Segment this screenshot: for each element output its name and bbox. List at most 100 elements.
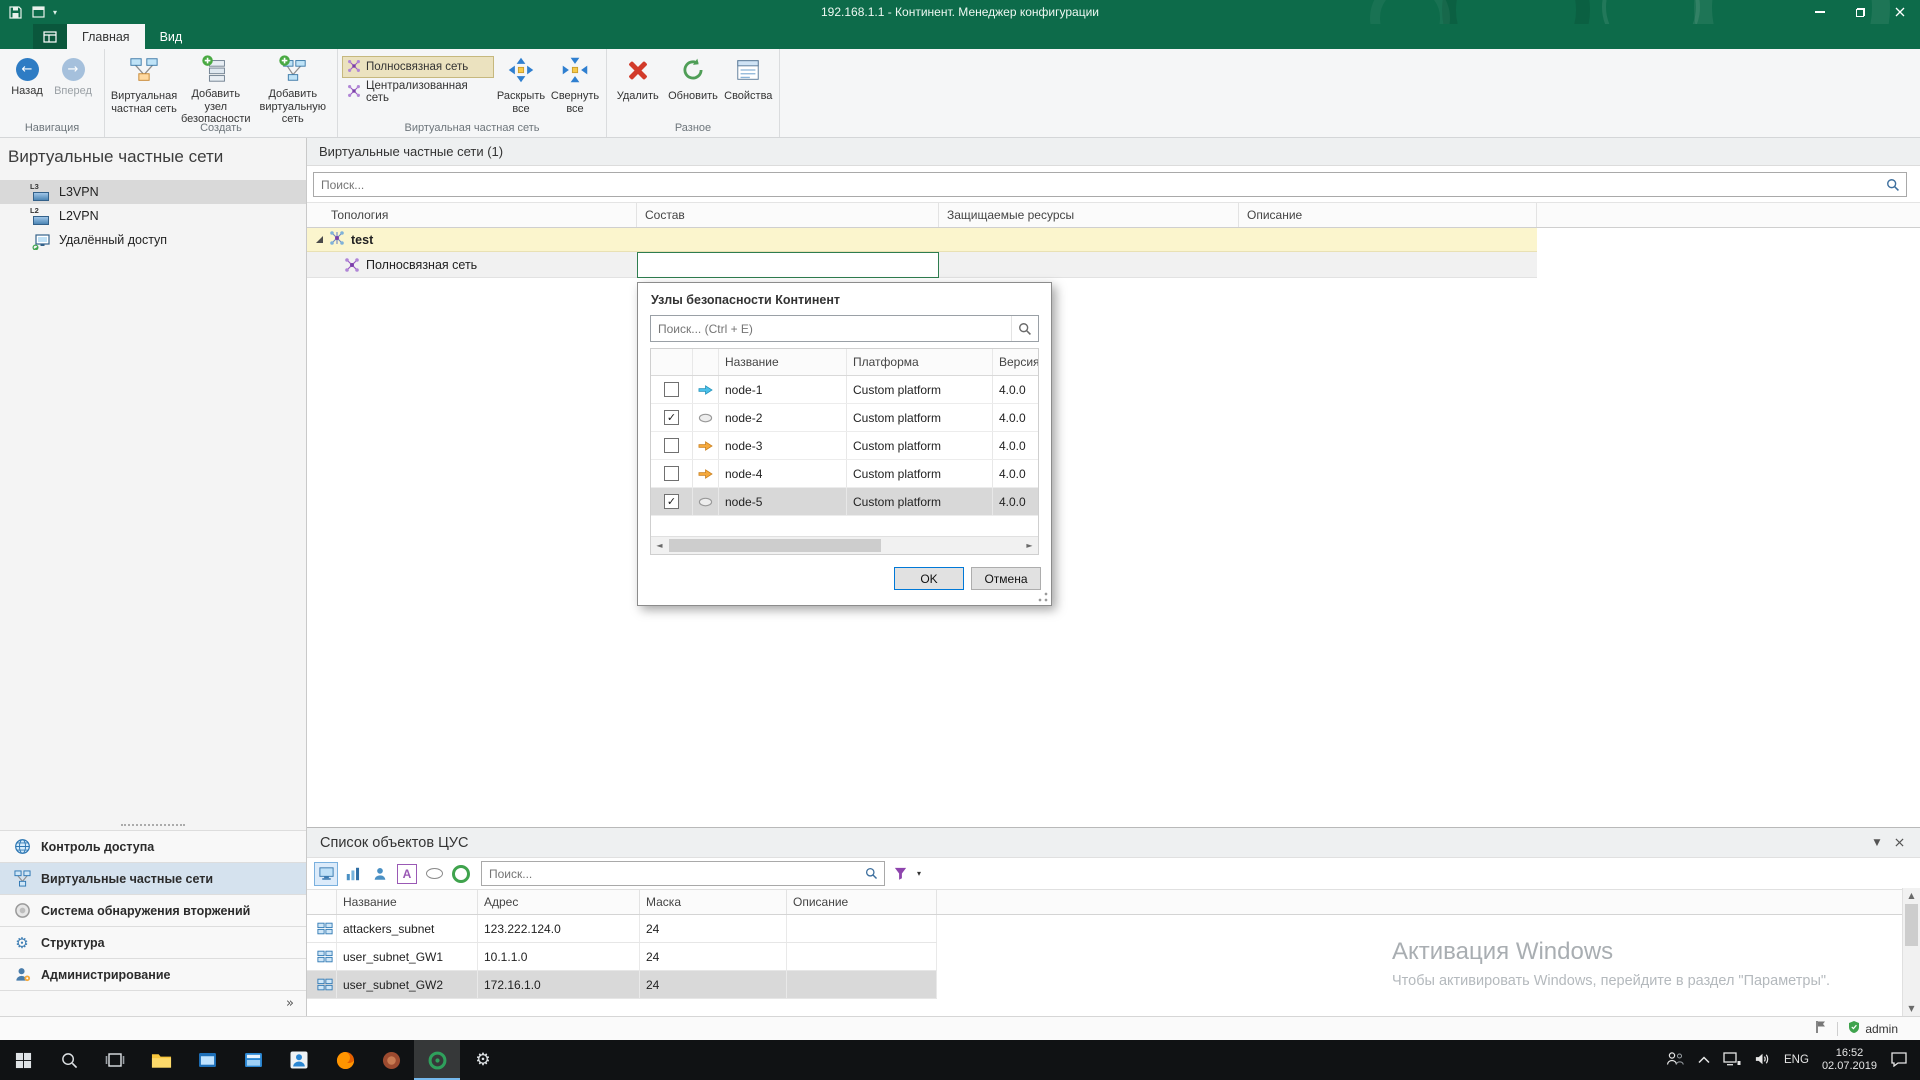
back-button[interactable]: ← Назад [4, 52, 50, 98]
vpn-search-input[interactable] [314, 178, 1880, 192]
vpn-topology-row[interactable]: Полносвязная сеть [307, 252, 1537, 278]
vpn-group-row[interactable]: test [307, 228, 1537, 252]
settings-gear-icon[interactable]: ⚙ [460, 1040, 506, 1080]
scrollbar-thumb[interactable] [1905, 904, 1918, 946]
column-header-name[interactable]: Название [719, 349, 847, 375]
node-row[interactable]: node-3 Custom platform 4.0.0 [651, 432, 1038, 460]
window-icon[interactable] [30, 4, 46, 20]
tree-item-remote-access[interactable]: Удалённый доступ [0, 228, 306, 252]
tab-vid[interactable]: Вид [145, 24, 198, 49]
delete-button[interactable]: Удалить [611, 52, 664, 120]
nav-item-administration[interactable]: Администрирование [0, 958, 306, 990]
file-explorer-icon[interactable] [138, 1040, 184, 1080]
filter-dropdown-icon[interactable]: ▾ [917, 869, 921, 878]
search-icon[interactable] [1880, 178, 1906, 192]
resize-grip[interactable] [1038, 592, 1048, 602]
centralized-toggle[interactable]: Централизованная сеть [342, 81, 494, 103]
show-hidden-icons-chevron[interactable] [1698, 1053, 1710, 1067]
people-tray-icon[interactable] [1666, 1051, 1685, 1069]
scrollbar-thumb[interactable] [669, 539, 881, 552]
scroll-left-icon[interactable]: ◄ [651, 541, 668, 550]
forward-button[interactable]: → Вперед [50, 52, 96, 98]
node-row[interactable]: ✓ node-2 Custom platform 4.0.0 [651, 404, 1038, 432]
continent-manager-icon[interactable] [414, 1040, 460, 1080]
filter-services-icon[interactable] [341, 862, 365, 886]
nav-item-structure[interactable]: ⚙ Структура [0, 926, 306, 958]
add-security-node-button[interactable]: Добавить узел безопасности [179, 52, 253, 120]
nav-splitter-handle[interactable] [0, 820, 306, 830]
column-header-address[interactable]: Адрес [478, 890, 640, 914]
filter-funnel-icon[interactable] [888, 862, 912, 886]
properties-button[interactable]: Свойства [722, 52, 775, 120]
nav-item-vpn[interactable]: Виртуальные частные сети [0, 862, 306, 894]
column-header-name[interactable]: Название [337, 890, 478, 914]
scroll-down-icon[interactable]: ▼ [1908, 1001, 1914, 1016]
column-header-description[interactable]: Описание [787, 890, 937, 914]
panel-close-icon[interactable] [1888, 833, 1910, 853]
restore-button[interactable] [1840, 0, 1880, 24]
network-tray-icon[interactable] [1723, 1052, 1741, 1069]
checkbox[interactable] [664, 382, 679, 397]
action-center-icon[interactable] [1890, 1051, 1908, 1070]
expand-all-button[interactable]: Раскрыть все [494, 52, 548, 120]
sostav-edit-cell[interactable] [637, 252, 939, 278]
filter-continent-icon[interactable] [449, 862, 473, 886]
checkbox[interactable] [664, 438, 679, 453]
object-row[interactable]: attackers_subnet 123.222.124.0 24 [307, 915, 937, 943]
tree-item-l2vpn[interactable]: L2 L2VPN [0, 204, 306, 228]
scroll-right-icon[interactable]: ► [1021, 541, 1038, 550]
column-header-description[interactable]: Описание [1239, 203, 1537, 227]
dialog-search-input[interactable] [651, 322, 1011, 336]
node-row[interactable]: ✓ node-5 Custom platform 4.0.0 [651, 488, 1038, 516]
nav-item-ids[interactable]: Система обнаружения вторжений [0, 894, 306, 926]
collapse-all-button[interactable]: Свернуть все [548, 52, 602, 120]
checkbox[interactable] [664, 466, 679, 481]
expand-icon[interactable] [316, 236, 323, 243]
object-row[interactable]: user_subnet_GW1 10.1.1.0 24 [307, 943, 937, 971]
column-header-version[interactable]: Версия [993, 349, 1038, 375]
object-row[interactable]: user_subnet_GW2 172.16.1.0 24 [307, 971, 937, 999]
dialog-search-icon[interactable] [1011, 316, 1038, 341]
volume-tray-icon[interactable] [1754, 1052, 1771, 1069]
objects-search-icon[interactable] [858, 867, 884, 880]
taskbar-search-icon[interactable] [46, 1040, 92, 1080]
full-mesh-toggle[interactable]: Полносвязная сеть [342, 56, 494, 78]
refresh-button[interactable]: Обновить [664, 52, 721, 120]
tree-item-l3vpn[interactable]: L3 L3VPN [0, 180, 306, 204]
tab-glavnaya[interactable]: Главная [67, 24, 145, 49]
task-view-icon[interactable] [92, 1040, 138, 1080]
nav-collapse-button[interactable]: » [0, 990, 306, 1016]
current-user[interactable]: admin [1848, 1020, 1898, 1037]
filter-hosts-icon[interactable] [314, 862, 338, 886]
objects-search-input[interactable] [482, 867, 858, 881]
app-brown-circle-icon[interactable] [368, 1040, 414, 1080]
clock[interactable]: 16:52 02.07.2019 [1822, 1047, 1877, 1074]
objects-scrollbar[interactable]: ▲ ▼ [1902, 888, 1920, 1016]
ok-button[interactable]: OK [894, 567, 964, 590]
minimize-button[interactable] [1800, 0, 1840, 24]
save-icon[interactable] [7, 4, 23, 20]
create-vpn-button[interactable]: Виртуальная частная сеть [109, 52, 179, 120]
scroll-up-icon[interactable]: ▲ [1908, 888, 1914, 903]
firefox-icon[interactable] [322, 1040, 368, 1080]
column-header-sostav[interactable]: Состав [637, 203, 939, 227]
filter-ellipse-icon[interactable] [422, 862, 446, 886]
close-button[interactable] [1880, 0, 1920, 24]
node-row[interactable]: node-1 Custom platform 4.0.0 [651, 376, 1038, 404]
filter-users-icon[interactable] [368, 862, 392, 886]
dialog-hscrollbar[interactable]: ◄ ► [651, 536, 1038, 554]
start-button[interactable] [0, 1040, 46, 1080]
node-row[interactable]: node-4 Custom platform 4.0.0 [651, 460, 1038, 488]
file-menu-button[interactable] [33, 24, 67, 49]
checkbox[interactable]: ✓ [664, 410, 679, 425]
panel-collapse-icon[interactable]: ▼ [1866, 833, 1888, 853]
quick-access-dropdown-icon[interactable]: ▾ [53, 8, 57, 17]
app-console-blue-icon[interactable] [230, 1040, 276, 1080]
app-window-blue-icon[interactable] [184, 1040, 230, 1080]
flag-icon[interactable] [1815, 1020, 1827, 1037]
language-indicator[interactable]: ENG [1784, 1054, 1809, 1066]
cancel-button[interactable]: Отмена [971, 567, 1041, 590]
add-virtual-network-button[interactable]: Добавить виртуальную сеть [253, 52, 333, 120]
column-header-platform[interactable]: Платформа [847, 349, 993, 375]
column-header-mask[interactable]: Маска [640, 890, 787, 914]
